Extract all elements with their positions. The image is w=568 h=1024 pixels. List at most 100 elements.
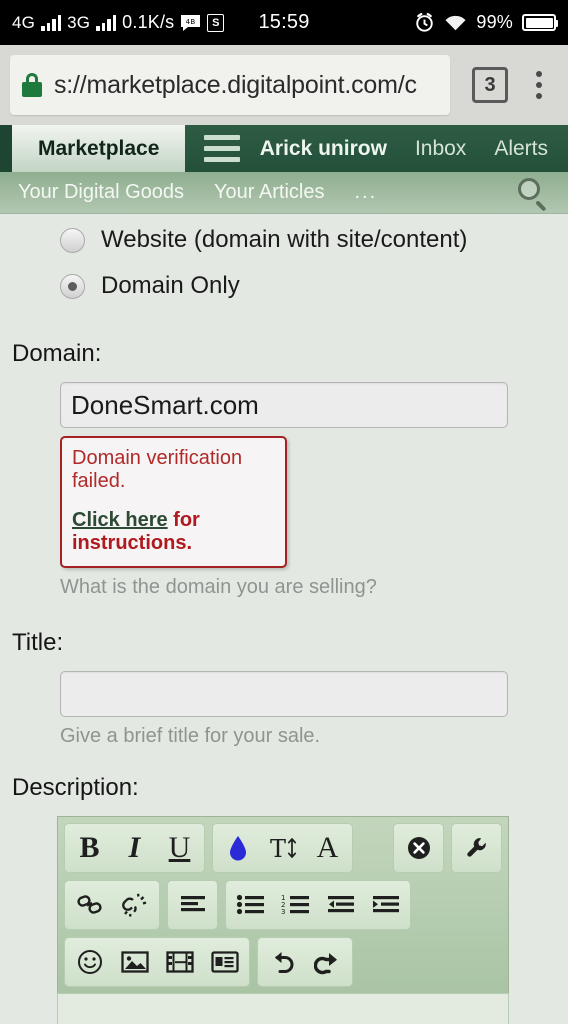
editor-line-1: Why are you selling this site? — [76, 1020, 490, 1024]
underline-button[interactable]: U — [157, 826, 202, 870]
smiley-icon — [77, 949, 103, 975]
wifi-icon — [444, 14, 467, 32]
text-style-group: B I U — [64, 823, 205, 873]
page-content: Website (domain with site/content) Domai… — [0, 214, 568, 1024]
font-size-icon: T — [268, 834, 298, 862]
battery-percent-label: 99% — [476, 12, 513, 32]
redo-icon — [313, 949, 342, 975]
align-left-icon — [179, 894, 207, 916]
title-field-label: Title: — [12, 629, 64, 656]
radio-option-domain-only[interactable]: Domain Only — [0, 254, 568, 300]
domain-field-hint: What is the domain you are selling? — [60, 576, 377, 598]
domain-verification-error: Domain verification failed. Click here f… — [60, 436, 287, 568]
insert-image-button[interactable] — [112, 940, 157, 984]
link-icon — [76, 893, 104, 917]
subnav-item-more[interactable]: ... — [354, 181, 377, 204]
undo-button[interactable] — [260, 940, 305, 984]
media-list-icon — [210, 950, 239, 974]
nav-username[interactable]: Arick unirow — [260, 137, 387, 161]
hamburger-menu-icon[interactable] — [185, 125, 259, 172]
browser-toolbar: s://marketplace.digitalpoint.com/c 3 — [0, 45, 568, 125]
insert-video-button[interactable] — [157, 940, 202, 984]
signal-bars-icon-primary — [41, 14, 62, 31]
numbered-list-button[interactable]: 1 2 3 — [273, 883, 318, 927]
film-icon — [165, 950, 194, 974]
title-input[interactable] — [60, 671, 508, 717]
undo-icon — [269, 949, 297, 975]
status-bar: 4G 3G 0.1K/s 4B S 15:59 99% — [0, 0, 568, 45]
svg-text:3: 3 — [281, 908, 285, 916]
svg-text:4B: 4B — [186, 18, 196, 26]
editor-tools-group — [451, 823, 502, 873]
droplet-icon — [228, 835, 248, 861]
bullet-list-button[interactable] — [228, 883, 273, 927]
insert-link-button[interactable] — [67, 883, 112, 927]
description-editor-body[interactable]: Why are you selling this site? How is it… — [57, 993, 509, 1024]
outdent-icon — [326, 894, 356, 916]
error-message: Domain verification failed. — [72, 447, 243, 492]
image-icon — [120, 950, 149, 974]
phone-screen: 4G 3G 0.1K/s 4B S 15:59 99% s://marketpl… — [0, 0, 568, 1024]
unlink-button[interactable] — [112, 883, 157, 927]
signal-bars-icon-secondary — [96, 14, 117, 31]
domain-input[interactable]: DoneSmart.com — [60, 382, 508, 428]
subnav-item-articles[interactable]: Your Articles — [214, 181, 324, 204]
emoji-button[interactable] — [67, 940, 112, 984]
insert-group — [64, 937, 250, 987]
bold-button[interactable]: B — [67, 826, 112, 870]
indent-button[interactable] — [363, 883, 408, 927]
description-editor: B I U T A 1 2 3 — [57, 816, 509, 1024]
error-instructions-line: Click here for instructions. — [72, 509, 275, 555]
nav-item-alerts[interactable]: Alerts — [494, 137, 548, 161]
error-instructions-link[interactable]: Click here — [72, 509, 168, 531]
site-navigation-bar: Marketplace Arick unirow Inbox Alerts — [0, 125, 568, 172]
network-type-secondary: 3G — [67, 12, 91, 32]
remove-formatting-group — [393, 823, 444, 873]
font-size-button[interactable]: T — [260, 826, 305, 870]
svg-text:T: T — [270, 835, 286, 862]
alarm-clock-icon — [414, 12, 435, 33]
wrench-icon — [464, 835, 490, 861]
address-bar-url: s://marketplace.digitalpoint.com/c — [54, 70, 417, 99]
data-speed-indicator: 0.1K/s — [122, 12, 175, 32]
radio-website[interactable] — [60, 227, 85, 253]
unlink-icon — [121, 893, 149, 917]
radio-domain-only-label: Domain Only — [101, 272, 240, 299]
align-left-button[interactable] — [170, 883, 215, 927]
numbered-list-icon: 1 2 3 — [281, 894, 311, 916]
italic-button[interactable]: I — [112, 826, 157, 870]
nav-left-edge — [0, 125, 12, 172]
radio-option-website[interactable]: Website (domain with site/content) — [0, 214, 568, 254]
editor-toolbar-row-3 — [64, 937, 502, 987]
title-field-hint: Give a brief title for your sale. — [60, 725, 321, 747]
message-icon: 4B — [180, 13, 201, 33]
outdent-button[interactable] — [318, 883, 363, 927]
nav-item-inbox[interactable]: Inbox — [415, 137, 466, 161]
radio-website-label: Website (domain with site/content) — [101, 226, 468, 253]
radio-domain-only[interactable] — [60, 273, 85, 299]
insert-media-button[interactable] — [202, 940, 247, 984]
font-family-button[interactable]: A — [305, 826, 350, 870]
domain-field-label: Domain: — [12, 340, 102, 367]
search-icon[interactable] — [516, 176, 550, 212]
history-group — [257, 937, 353, 987]
description-field-label: Description: — [12, 774, 139, 801]
remove-formatting-button[interactable] — [396, 826, 441, 870]
site-sub-navigation: Your Digital Goods Your Articles ... — [0, 172, 568, 214]
app-badge-icon: S — [207, 13, 225, 32]
text-color-button[interactable] — [215, 826, 260, 870]
subnav-item-digital-goods[interactable]: Your Digital Goods — [18, 181, 184, 204]
address-bar[interactable]: s://marketplace.digitalpoint.com/c — [10, 55, 450, 115]
nav-right-group: Arick unirow Inbox Alerts — [260, 125, 568, 172]
editor-toolbar: B I U T A 1 2 3 — [57, 816, 509, 993]
kebab-menu-icon[interactable] — [526, 71, 552, 99]
tab-counter-button[interactable]: 3 — [472, 67, 508, 103]
tab-marketplace[interactable]: Marketplace — [12, 125, 186, 172]
editor-tools-button[interactable] — [454, 826, 499, 870]
font-group: T A — [212, 823, 353, 873]
domain-input-value: DoneSmart.com — [71, 389, 259, 420]
editor-toolbar-row-1: B I U T A — [64, 823, 502, 873]
redo-button[interactable] — [305, 940, 350, 984]
indent-icon — [371, 894, 401, 916]
list-indent-group: 1 2 3 — [225, 880, 411, 930]
